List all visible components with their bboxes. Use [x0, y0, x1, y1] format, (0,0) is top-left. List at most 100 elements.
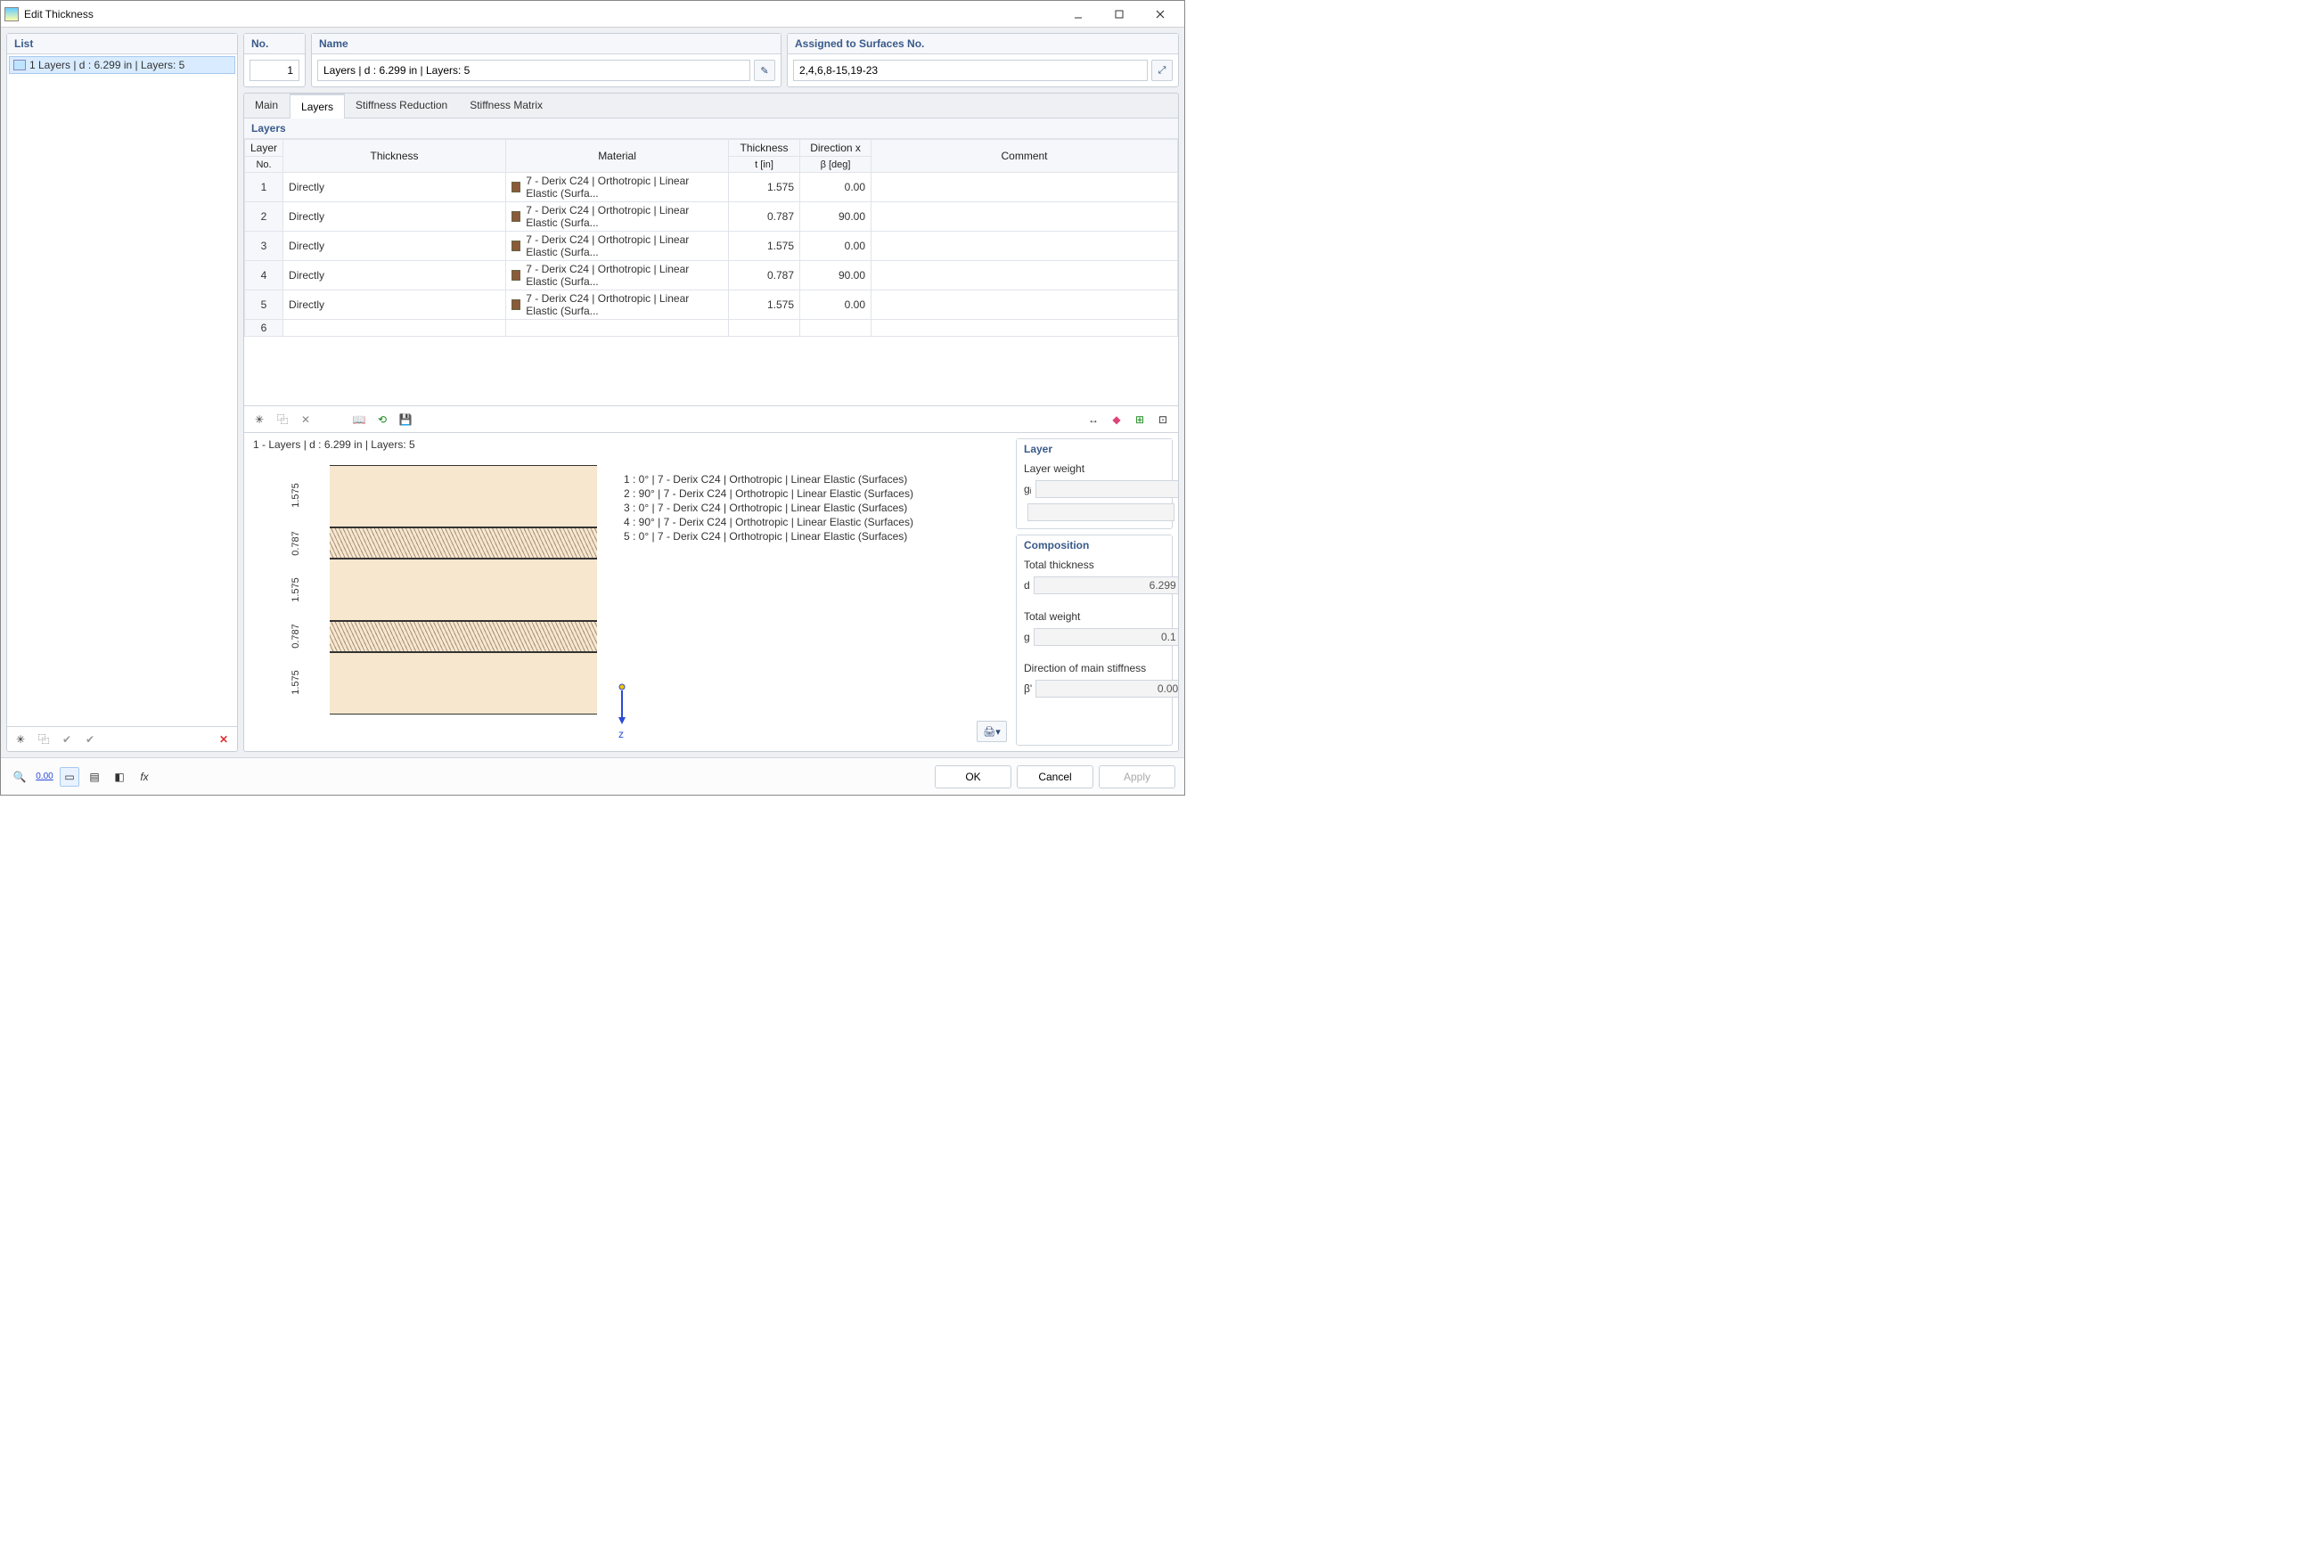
- library-icon[interactable]: 📖: [349, 410, 369, 429]
- view3-icon[interactable]: ◧: [110, 767, 129, 787]
- diagram-layer-5: [330, 652, 597, 715]
- cell-comment[interactable]: [872, 290, 1178, 320]
- tab-main[interactable]: Main: [244, 94, 290, 118]
- copy-item-icon[interactable]: ⿻: [34, 730, 53, 749]
- gi-input-2[interactable]: [1027, 503, 1174, 521]
- table-row-empty[interactable]: 6: [245, 320, 1178, 337]
- check2-icon[interactable]: ✔: [80, 730, 100, 749]
- cell-t[interactable]: 0.787: [729, 202, 800, 232]
- cell-material[interactable]: 7 - Derix C24 | Orthotropic | Linear Ela…: [506, 202, 729, 232]
- cell-thickness[interactable]: Directly: [283, 232, 506, 261]
- titlebar: Edit Thickness: [1, 1, 1184, 28]
- gi-input-1[interactable]: [1035, 480, 1178, 498]
- preview-row: 1 - Layers | d : 6.299 in | Layers: 5 1.…: [244, 432, 1178, 751]
- delete-icon[interactable]: ✕: [214, 730, 233, 749]
- no-input[interactable]: [250, 60, 299, 81]
- table-row[interactable]: 1Directly7 - Derix C24 | Orthotropic | L…: [245, 173, 1178, 202]
- save-icon[interactable]: 💾: [396, 410, 415, 429]
- cell-t[interactable]: 0.787: [729, 261, 800, 290]
- col-layer-no-1: Layer: [245, 140, 283, 157]
- total-weight-label: Total weight: [1024, 610, 1165, 623]
- diagram-layer-2: [330, 527, 597, 559]
- minimize-button[interactable]: [1058, 2, 1099, 27]
- print-dropdown[interactable]: 🖨▾: [977, 721, 1007, 742]
- table-row[interactable]: 5Directly7 - Derix C24 | Orthotropic | L…: [245, 290, 1178, 320]
- name-input[interactable]: [317, 60, 750, 81]
- table-row[interactable]: 2Directly7 - Derix C24 | Orthotropic | L…: [245, 202, 1178, 232]
- maximize-button[interactable]: [1099, 2, 1140, 27]
- cancel-button[interactable]: Cancel: [1017, 765, 1093, 788]
- tab-layers[interactable]: Layers: [290, 94, 345, 118]
- axis-arrow-icon: [615, 683, 629, 731]
- print-icon[interactable]: 🖨▾: [977, 721, 1007, 742]
- row-no: 4: [245, 261, 283, 290]
- view2-icon[interactable]: ▤: [85, 767, 104, 787]
- export2-icon[interactable]: ⊡: [1153, 410, 1173, 429]
- d-input[interactable]: [1034, 576, 1178, 594]
- cell-beta[interactable]: 90.00: [800, 261, 872, 290]
- cell-material[interactable]: 7 - Derix C24 | Orthotropic | Linear Ela…: [506, 261, 729, 290]
- name-label: Name: [312, 34, 781, 54]
- layer-weight-label: Layer weight: [1024, 462, 1165, 475]
- layers-icon[interactable]: ◆: [1107, 410, 1126, 429]
- cell-t[interactable]: 1.575: [729, 232, 800, 261]
- cell-thickness[interactable]: Directly: [283, 173, 506, 202]
- apply-button[interactable]: Apply: [1099, 765, 1175, 788]
- tab-stiffness-matrix[interactable]: Stiffness Matrix: [459, 94, 554, 118]
- view-icon[interactable]: ▭: [60, 767, 79, 787]
- pick-surfaces-icon[interactable]: ⤢: [1151, 60, 1173, 81]
- cell-comment[interactable]: [872, 261, 1178, 290]
- g-input[interactable]: [1034, 628, 1178, 646]
- fx-icon[interactable]: fx: [135, 767, 154, 787]
- close-button[interactable]: [1140, 2, 1181, 27]
- new-item-icon[interactable]: ✳: [11, 730, 30, 749]
- cell-comment[interactable]: [872, 202, 1178, 232]
- preview-pane: 1 - Layers | d : 6.299 in | Layers: 5 1.…: [250, 438, 1011, 746]
- mid-toolbar: ✳ ⿻ ✕ 📖 ⟲ 💾 ↔ ◆ ⊞ ⊡: [244, 405, 1178, 432]
- cell-material[interactable]: 7 - Derix C24 | Orthotropic | Linear Ela…: [506, 232, 729, 261]
- cell-comment[interactable]: [872, 232, 1178, 261]
- bp-label: β': [1024, 682, 1032, 695]
- cell-beta[interactable]: 0.00: [800, 290, 872, 320]
- list-header: List: [7, 34, 237, 54]
- table-row[interactable]: 4Directly7 - Derix C24 | Orthotropic | L…: [245, 261, 1178, 290]
- tab-stiffness-reduction[interactable]: Stiffness Reduction: [345, 94, 459, 118]
- assigned-input[interactable]: [793, 60, 1148, 81]
- d-label: d: [1024, 579, 1030, 592]
- table-row[interactable]: 3Directly7 - Derix C24 | Orthotropic | L…: [245, 232, 1178, 261]
- list-item[interactable]: 1 Layers | d : 6.299 in | Layers: 5: [9, 56, 235, 74]
- ok-button[interactable]: OK: [935, 765, 1011, 788]
- cell-beta[interactable]: 0.00: [800, 173, 872, 202]
- import-icon[interactable]: ⟲: [372, 410, 392, 429]
- check-icon[interactable]: ✔: [57, 730, 77, 749]
- col-dir-1: Direction x: [800, 140, 872, 157]
- cell-thickness[interactable]: Directly: [283, 202, 506, 232]
- units-icon[interactable]: 0.00: [35, 767, 54, 787]
- help-icon[interactable]: 🔍: [10, 767, 29, 787]
- cell-beta[interactable]: 90.00: [800, 202, 872, 232]
- delete-row-icon[interactable]: ✕: [296, 410, 315, 429]
- cell-beta[interactable]: 0.00: [800, 232, 872, 261]
- gi-label: gᵢ: [1024, 483, 1032, 495]
- cell-t[interactable]: 1.575: [729, 173, 800, 202]
- col-comment: Comment: [872, 140, 1178, 173]
- cell-t[interactable]: 1.575: [729, 290, 800, 320]
- cell-material[interactable]: 7 - Derix C24 | Orthotropic | Linear Ela…: [506, 173, 729, 202]
- legend-row: 3 : 0° | 7 - Derix C24 | Orthotropic | L…: [624, 501, 913, 515]
- rename-icon[interactable]: ✎: [754, 60, 775, 81]
- cell-thickness[interactable]: Directly: [283, 290, 506, 320]
- layers-grid-wrap[interactable]: Layer Thickness Material Thickness Direc…: [244, 139, 1178, 405]
- bp-input[interactable]: [1035, 680, 1178, 698]
- export-excel-icon[interactable]: ⊞: [1130, 410, 1150, 429]
- layers-table[interactable]: Layer Thickness Material Thickness Direc…: [244, 139, 1178, 337]
- cell-thickness[interactable]: Directly: [283, 261, 506, 290]
- cell-comment[interactable]: [872, 173, 1178, 202]
- material-swatch-icon: [511, 299, 520, 310]
- legend-row: 4 : 90° | 7 - Derix C24 | Orthotropic | …: [624, 515, 913, 529]
- list-body[interactable]: 1 Layers | d : 6.299 in | Layers: 5: [7, 54, 237, 726]
- copy-row-icon[interactable]: ⿻: [273, 410, 292, 429]
- cell-material[interactable]: 7 - Derix C24 | Orthotropic | Linear Ela…: [506, 290, 729, 320]
- flip-icon[interactable]: ↔: [1084, 410, 1103, 429]
- col-t-2: t [in]: [729, 157, 800, 173]
- new-row-icon[interactable]: ✳: [250, 410, 269, 429]
